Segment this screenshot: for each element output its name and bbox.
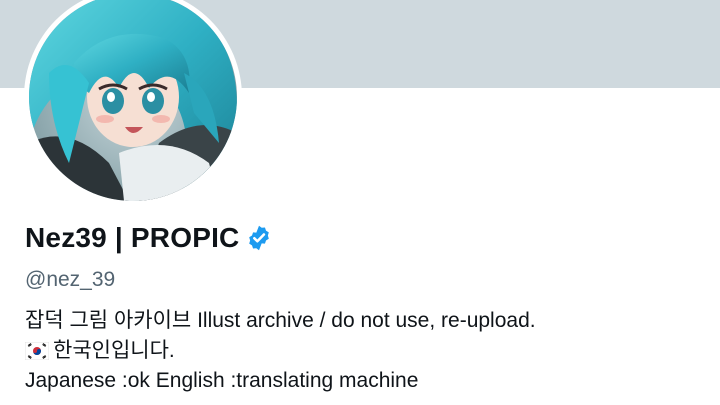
verified-badge-icon[interactable] [245, 224, 273, 252]
handle: @nez_39 [25, 268, 116, 291]
bio-line-1: 잡덕 그림 아카이브 Illust archive / do not use, … [25, 309, 536, 332]
bio-line-3: Japanese :ok English :translating machin… [25, 369, 419, 392]
avatar-border [24, 0, 242, 206]
name-row: Nez39 | PROPIC [25, 216, 700, 260]
bio-line-2: 한국인입니다. [24, 336, 700, 366]
korea-flag-icon [24, 339, 50, 361]
avatar[interactable] [29, 0, 237, 201]
display-name: Nez39 | PROPIC [25, 222, 240, 253]
avatar-image [29, 0, 237, 201]
bio-line-2-text: 한국인입니다. [53, 339, 175, 362]
bio: 잡덕 그림 아카이브 Illust archive / do not use, … [24, 306, 700, 396]
profile-info: Nez39 | PROPIC @nez_39 잡덕 그림 아카이브 Illust… [24, 216, 700, 396]
